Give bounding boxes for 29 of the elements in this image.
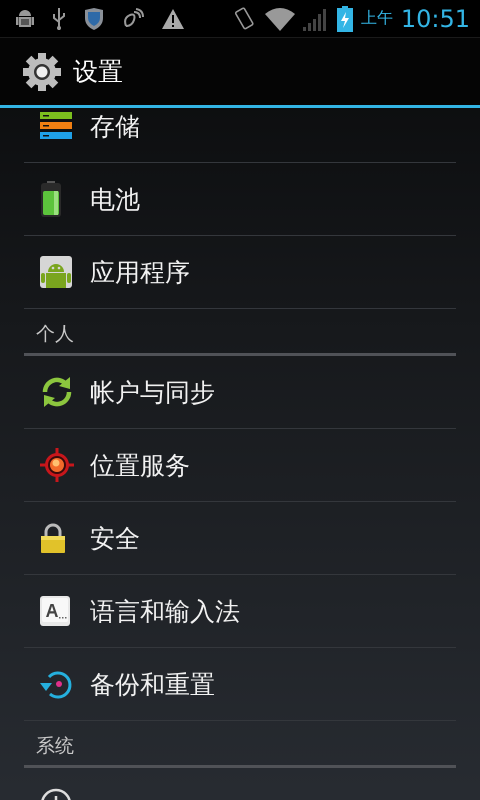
time-period: 上午 bbox=[360, 8, 393, 29]
sync-icon bbox=[40, 374, 74, 410]
signal-bars-icon bbox=[302, 6, 329, 30]
settings-item[interactable]: 安全 bbox=[24, 502, 456, 575]
usb-icon bbox=[52, 8, 66, 30]
android-debug-icon bbox=[16, 8, 34, 30]
keyboard-key-icon bbox=[40, 596, 70, 626]
signal-swirl-icon bbox=[122, 8, 144, 30]
android-icon bbox=[40, 256, 72, 288]
shield-icon bbox=[84, 8, 104, 30]
settings-item[interactable]: 位置服务 bbox=[24, 429, 456, 502]
settings-icon bbox=[23, 52, 61, 90]
section-header: 个人 bbox=[36, 322, 74, 347]
settings-item[interactable]: 备份和重置 bbox=[24, 648, 456, 721]
screen-title: 设置 bbox=[73, 56, 123, 88]
clock-time: 10:51 bbox=[400, 4, 470, 32]
settings-item[interactable]: 语言和输入法 bbox=[24, 575, 456, 648]
wifi-icon bbox=[264, 6, 295, 30]
settings-item[interactable]: 应用程序 bbox=[24, 236, 456, 309]
storage-icon bbox=[40, 112, 72, 140]
warning-icon bbox=[162, 8, 184, 28]
battery-icon bbox=[40, 181, 62, 217]
location-target-icon bbox=[40, 448, 74, 482]
battery-charging-icon bbox=[336, 6, 353, 32]
padlock-icon bbox=[40, 523, 66, 553]
settings-item[interactable]: 电池 bbox=[24, 163, 456, 236]
settings-item[interactable]: 帐户与同步 bbox=[24, 356, 456, 429]
section-header: 系统 bbox=[36, 734, 74, 759]
settings-item[interactable]: 存储 bbox=[24, 108, 456, 163]
